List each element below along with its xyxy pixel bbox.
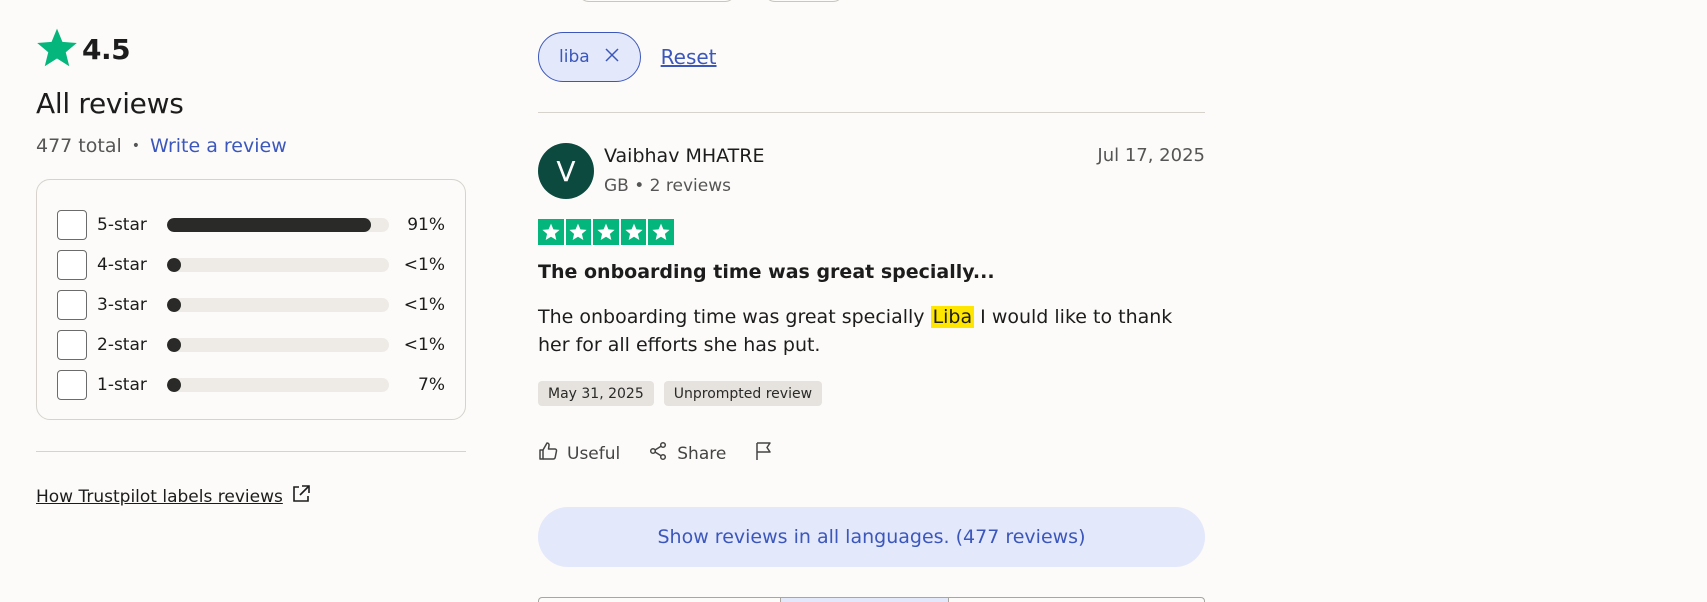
review-tags: May 31, 2025 Unprompted review bbox=[538, 381, 823, 406]
star-filter-label: 5-star bbox=[97, 215, 147, 235]
divider bbox=[36, 451, 466, 452]
star-icon bbox=[565, 219, 592, 245]
share-button[interactable]: Share bbox=[648, 441, 726, 466]
star-filter-label: 4-star bbox=[97, 255, 147, 275]
star-icon bbox=[593, 219, 619, 245]
review-total: 477 total bbox=[36, 135, 122, 157]
pagination-partial bbox=[538, 597, 1205, 602]
reviewer-meta: GB • 2 reviews bbox=[604, 176, 731, 196]
reviewer-name[interactable]: Vaibhav MHATRE bbox=[604, 145, 765, 167]
how-trustpilot-labels-link[interactable]: How Trustpilot labels reviews bbox=[36, 484, 466, 509]
review-title[interactable]: The onboarding time was great specially.… bbox=[538, 261, 995, 283]
star-distribution-bar bbox=[166, 258, 390, 272]
search-highlight: Liba bbox=[930, 306, 975, 328]
star-filter-label: 3-star bbox=[97, 295, 147, 315]
close-icon[interactable] bbox=[590, 47, 620, 68]
star-filter-percent: 91% bbox=[407, 215, 445, 235]
star-filter-percent: <1% bbox=[403, 335, 445, 355]
star-distribution-bar bbox=[166, 338, 390, 352]
chip-label: liba bbox=[559, 47, 590, 67]
star-icon bbox=[648, 219, 674, 245]
star-filter-row[interactable]: 5-star 91% bbox=[57, 205, 445, 245]
star-distribution-bar bbox=[166, 218, 390, 232]
star-distribution-bar-fill bbox=[166, 218, 371, 232]
star-filter-row[interactable]: 1-star 7% bbox=[57, 365, 445, 405]
star-filter-label: 2-star bbox=[97, 335, 147, 355]
reset-filters-link[interactable]: Reset bbox=[661, 45, 717, 69]
star-filter-row[interactable]: 3-star <1% bbox=[57, 285, 445, 325]
star-filter-checkbox[interactable] bbox=[57, 290, 87, 320]
review-actions: Useful Share bbox=[538, 441, 811, 466]
star-distribution-bar-fill bbox=[166, 378, 181, 392]
pagination-item[interactable] bbox=[539, 598, 781, 602]
review-body-before: The onboarding time was great specially bbox=[538, 306, 931, 328]
share-icon bbox=[648, 441, 677, 466]
review-total-row: 477 total • Write a review bbox=[36, 135, 466, 157]
star-filter-percent: <1% bbox=[403, 255, 445, 275]
star-filter-row[interactable]: 4-star <1% bbox=[57, 245, 445, 285]
how-link-label: How Trustpilot labels reviews bbox=[36, 486, 283, 507]
show-all-languages-button[interactable]: Show reviews in all languages. (477 revi… bbox=[538, 507, 1205, 567]
review-date: Jul 17, 2025 bbox=[1097, 145, 1205, 166]
thumbs-up-icon bbox=[538, 441, 567, 466]
active-filters: liba Reset bbox=[538, 32, 717, 82]
report-button[interactable] bbox=[754, 441, 783, 466]
unprompted-review-tag[interactable]: Unprompted review bbox=[663, 381, 823, 406]
pagination-item-active[interactable] bbox=[781, 598, 949, 602]
star-icon bbox=[36, 26, 78, 72]
reviews-summary-panel: 4.5 All reviews 477 total • Write a revi… bbox=[36, 26, 466, 509]
filter-button[interactable] bbox=[578, 0, 736, 2]
star-distribution-bar-fill bbox=[166, 258, 181, 272]
star-filter-percent: 7% bbox=[418, 375, 445, 395]
rating-value: 4.5 bbox=[82, 32, 131, 66]
all-reviews-heading: All reviews bbox=[36, 87, 184, 120]
star-distribution-bar bbox=[166, 298, 390, 312]
filter-button[interactable] bbox=[764, 0, 844, 2]
useful-label: Useful bbox=[567, 443, 621, 464]
star-filter-checkbox[interactable] bbox=[57, 210, 87, 240]
star-distribution-bar-fill bbox=[166, 298, 181, 312]
flag-icon bbox=[754, 441, 783, 466]
star-filter-checkbox[interactable] bbox=[57, 250, 87, 280]
star-icon bbox=[538, 219, 564, 245]
star-distribution-filter: 5-star 91% 4-star <1% 3-star <1% 2-star <1% 1-st… bbox=[36, 179, 466, 420]
review-body: The onboarding time was great specially … bbox=[538, 303, 1198, 359]
star-filter-percent: <1% bbox=[403, 295, 445, 315]
review-star-rating bbox=[538, 219, 674, 245]
useful-button[interactable]: Useful bbox=[538, 441, 620, 466]
write-review-link[interactable]: Write a review bbox=[150, 135, 287, 157]
share-label: Share bbox=[677, 443, 727, 464]
experience-date-tag: May 31, 2025 bbox=[538, 381, 654, 406]
star-filter-label: 1-star bbox=[97, 375, 147, 395]
separator-dot: • bbox=[131, 138, 141, 154]
star-filter-checkbox[interactable] bbox=[57, 370, 87, 400]
star-distribution-bar bbox=[166, 378, 390, 392]
star-filter-row[interactable]: 2-star <1% bbox=[57, 325, 445, 365]
divider bbox=[538, 112, 1205, 113]
star-icon bbox=[620, 219, 647, 245]
filter-buttons-partial bbox=[578, 0, 844, 2]
overall-rating: 4.5 bbox=[36, 26, 466, 72]
star-filter-checkbox[interactable] bbox=[57, 330, 87, 360]
filter-chip-liba[interactable]: liba bbox=[538, 32, 641, 82]
star-distribution-bar-fill bbox=[166, 338, 181, 352]
external-link-icon bbox=[283, 484, 311, 509]
avatar[interactable]: V bbox=[538, 143, 594, 199]
